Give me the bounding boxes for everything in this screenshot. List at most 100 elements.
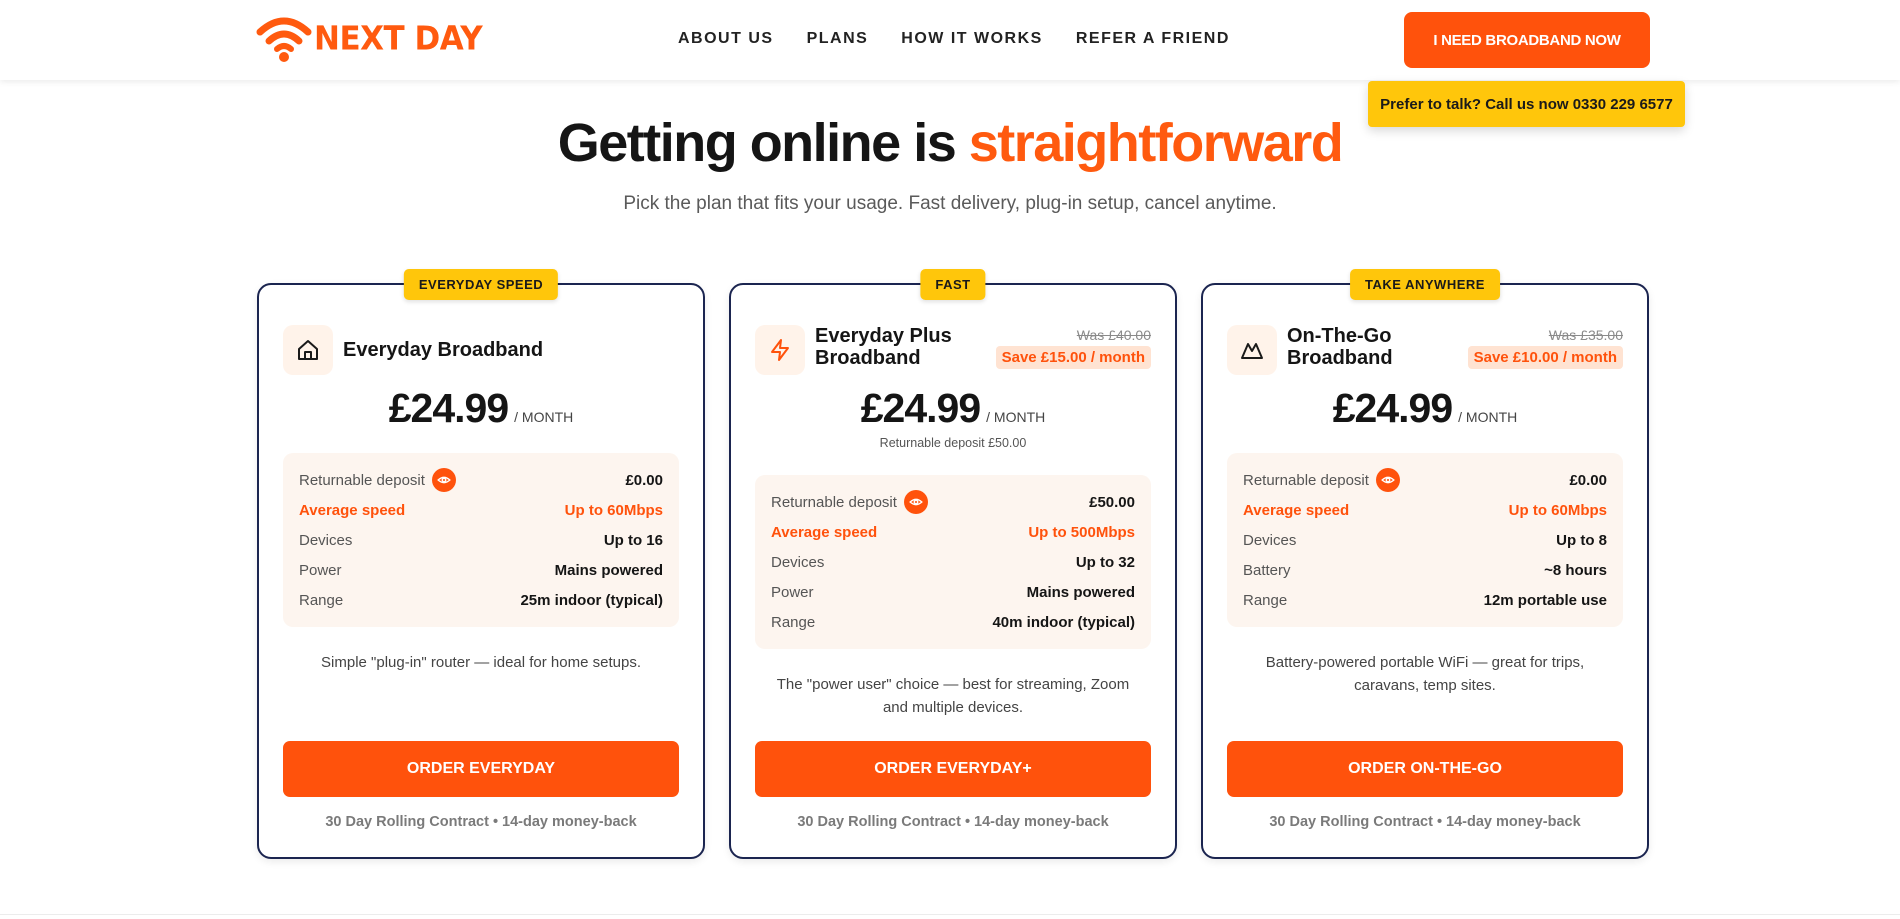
contract-note: 30 Day Rolling Contract • 14-day money-b…: [1269, 814, 1581, 830]
spec-label: Power: [299, 561, 342, 579]
wifi-logo-icon: [256, 17, 312, 62]
spec-label: Returnable deposit: [771, 493, 897, 511]
spec-label: Devices: [771, 553, 825, 571]
call-us-banner[interactable]: Prefer to talk? Call us now 0330 229 657…: [1368, 81, 1685, 127]
spec-row: Returnable deposit £50.00: [771, 487, 1135, 517]
spec-label: Battery: [1243, 561, 1291, 579]
logo[interactable]: NEXT DAY: [256, 14, 483, 64]
plan-badge: TAKE ANYWHERE: [1350, 269, 1500, 300]
spec-label: Returnable deposit: [299, 471, 425, 489]
logo-text: NEXT DAY: [314, 20, 483, 58]
price-row: £24.99 / MONTH: [1203, 385, 1647, 432]
save-badge: Save £15.00 / month: [995, 346, 1151, 369]
plan-name: Everyday Plus Broadband: [815, 325, 952, 369]
spec-label: Returnable deposit: [1243, 471, 1369, 489]
spec-value: 12m portable use: [1483, 591, 1607, 609]
eye-icon[interactable]: [431, 468, 456, 492]
spec-value: 25m indoor (typical): [520, 591, 663, 609]
price-period: / MONTH: [1458, 409, 1518, 425]
plan-price: £24.99: [388, 385, 509, 431]
plan-name: Everyday Broadband: [343, 339, 544, 361]
spec-value: £50.00: [1089, 493, 1135, 511]
spec-row: Returnable deposit £0.00: [1243, 465, 1607, 495]
plan-card-on-the-go: TAKE ANYWHERE On-The-Go Broadband Was £3…: [1201, 269, 1649, 859]
spec-value: Up to 16: [603, 531, 663, 549]
spec-row: Average speed Up to 60Mbps: [1243, 495, 1607, 525]
spec-value: Mains powered: [1026, 583, 1135, 601]
plan-specs: Returnable deposit £50.00 Average speed Up…: [755, 475, 1151, 649]
spec-label: Average speed: [299, 501, 406, 519]
spec-row: Battery ~8 hours: [1243, 555, 1607, 585]
section-divider: [0, 914, 1900, 915]
spec-value: £0.00: [625, 471, 663, 489]
eye-icon[interactable]: [1375, 468, 1400, 492]
title-main: Getting online is: [557, 113, 969, 173]
plan-price: £24.99: [1332, 385, 1453, 431]
spec-row: Range 12m portable use: [1243, 585, 1607, 615]
spec-label: Range: [299, 591, 344, 609]
spec-value: Up to 60Mbps: [1508, 501, 1607, 519]
spec-value: Up to 500Mbps: [1028, 523, 1135, 541]
home-icon: [283, 325, 333, 375]
spec-value: £0.00: [1569, 471, 1607, 489]
spec-label: Devices: [299, 531, 353, 549]
spec-value: ~8 hours: [1544, 561, 1607, 579]
spec-value: Up to 8: [1556, 531, 1607, 549]
order-everyday-plus-button[interactable]: ORDER EVERYDAY+: [755, 741, 1151, 797]
plan-specs: Returnable deposit £0.00 Average speed Up …: [1227, 453, 1623, 627]
contract-note: 30 Day Rolling Contract • 14-day money-b…: [325, 814, 637, 830]
spec-value: 40m indoor (typical): [992, 613, 1135, 631]
price-period: / MONTH: [514, 409, 574, 425]
order-everyday-button[interactable]: ORDER EVERYDAY: [283, 741, 679, 797]
was-price: Was £35.00: [1548, 327, 1623, 343]
plan-specs: Returnable deposit £0.00 Average speed Up …: [283, 453, 679, 627]
deposit-note: Returnable deposit £50.00: [879, 436, 1027, 450]
main-nav: ABOUT US PLANS HOW IT WORKS REFER A FRIE…: [678, 30, 1230, 48]
nav-about-us[interactable]: ABOUT US: [678, 30, 774, 48]
spec-label: Average speed: [1243, 501, 1350, 519]
need-broadband-button[interactable]: I NEED BROADBAND NOW: [1404, 12, 1650, 68]
lightning-icon: [755, 325, 805, 375]
spec-row: Range 25m indoor (typical): [299, 585, 663, 615]
mountain-icon: [1227, 325, 1277, 375]
spec-row: Devices Up to 32: [771, 547, 1135, 577]
save-badge: Save £10.00 / month: [1467, 346, 1623, 369]
spec-label: Power: [771, 583, 814, 601]
plan-card-everyday: EVERYDAY SPEED Everyday Broadband £24.99…: [257, 269, 705, 859]
plan-description: Battery-powered portable WiFi — great fo…: [1265, 654, 1585, 694]
site-header: NEXT DAY ABOUT US PLANS HOW IT WORKS REF…: [0, 0, 1900, 80]
plan-card-everyday-plus: FAST Everyday Plus Broadband Was £40.00 …: [729, 269, 1177, 859]
nav-how-it-works[interactable]: HOW IT WORKS: [901, 30, 1043, 48]
spec-value: Mains powered: [554, 561, 663, 579]
price-row: £24.99 / MONTH: [259, 385, 703, 432]
spec-label: Average speed: [771, 523, 878, 541]
plan-description: The "power user" choice — best for strea…: [776, 676, 1130, 716]
nav-refer-a-friend[interactable]: REFER A FRIEND: [1076, 30, 1230, 48]
price-row: £24.99 / MONTH: [731, 385, 1175, 432]
spec-row: Power Mains powered: [771, 577, 1135, 607]
spec-value: Up to 60Mbps: [564, 501, 663, 519]
spec-value: Up to 32: [1075, 553, 1135, 571]
spec-label: Range: [1243, 591, 1288, 609]
eye-icon[interactable]: [903, 490, 928, 514]
nav-plans[interactable]: PLANS: [807, 30, 869, 48]
plan-name: On-The-Go Broadband: [1287, 325, 1393, 369]
spec-row: Devices Up to 16: [299, 525, 663, 555]
spec-row: Average speed Up to 60Mbps: [299, 495, 663, 525]
order-on-the-go-button[interactable]: ORDER ON-THE-GO: [1227, 741, 1623, 797]
plan-price: £24.99: [860, 385, 981, 431]
contract-note: 30 Day Rolling Contract • 14-day money-b…: [797, 814, 1109, 830]
spec-row: Average speed Up to 500Mbps: [771, 517, 1135, 547]
was-price: Was £40.00: [1076, 327, 1151, 343]
plan-badge: EVERYDAY SPEED: [403, 269, 559, 300]
plan-description: Simple "plug-in" router — ideal for home…: [321, 654, 641, 671]
spec-label: Range: [771, 613, 816, 631]
spec-label: Devices: [1243, 531, 1297, 549]
title-accent: straightforward: [968, 113, 1344, 173]
price-period: / MONTH: [986, 409, 1046, 425]
spec-row: Range 40m indoor (typical): [771, 607, 1135, 637]
spec-row: Returnable deposit £0.00: [299, 465, 663, 495]
spec-row: Devices Up to 8: [1243, 525, 1607, 555]
plan-badge: FAST: [920, 269, 986, 300]
page-subtitle: Pick the plan that fits your usage. Fast…: [623, 193, 1277, 214]
